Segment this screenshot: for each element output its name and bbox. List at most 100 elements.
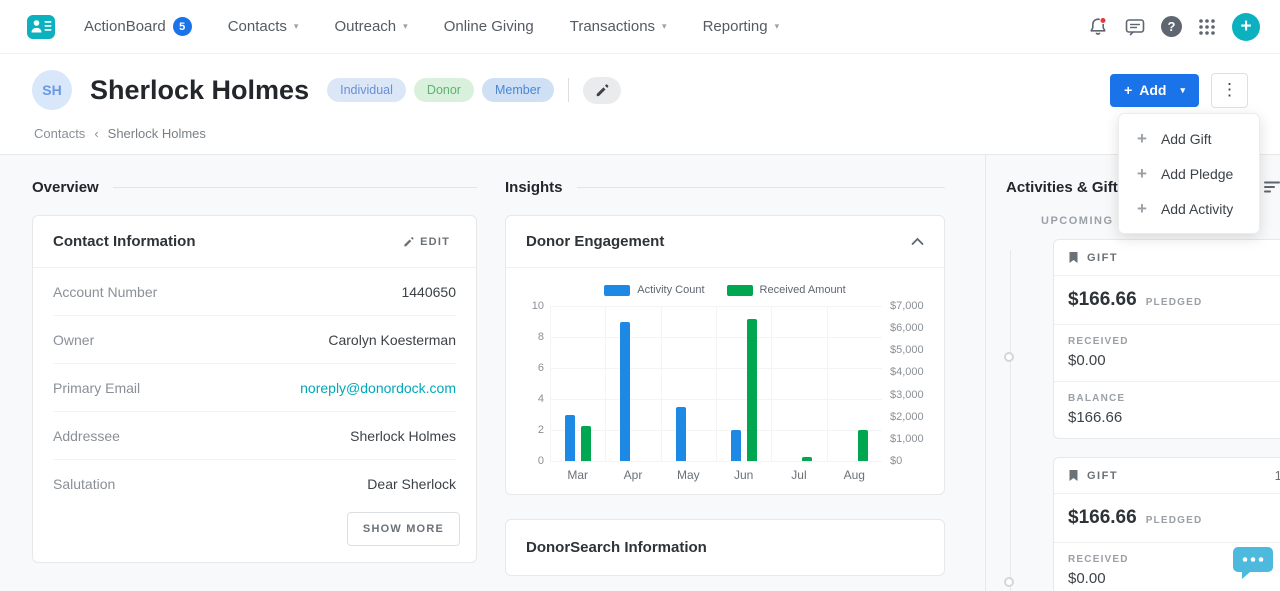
page-title: Sherlock Holmes xyxy=(90,75,309,106)
nav-outreach[interactable]: Outreach ▾ xyxy=(334,18,407,35)
edit-contact-button[interactable] xyxy=(583,77,621,104)
kebab-icon: ⋮ xyxy=(1221,80,1238,100)
field-value: Dear Sherlock xyxy=(367,476,456,492)
field-account-number: Account Number 1440650 xyxy=(53,268,456,316)
app-logo-icon[interactable] xyxy=(24,12,58,42)
menu-item-add-gift[interactable]: + Add Gift xyxy=(1119,121,1259,156)
x-axis-label: Jun xyxy=(716,468,771,482)
bar-activity-count xyxy=(731,430,741,461)
help-icon[interactable]: ? xyxy=(1161,16,1182,37)
gift-amount-row: $166.66 PLEDGED xyxy=(1054,494,1280,543)
chart-category-cell xyxy=(716,306,771,461)
axis-tick: $6,000 xyxy=(890,322,924,334)
menu-item-add-activity[interactable]: + Add Activity xyxy=(1119,191,1259,226)
contact-header: SH Sherlock Holmes Individual Donor Memb… xyxy=(0,54,1280,155)
contact-information-title: Contact Information xyxy=(53,233,196,250)
chart-xlabels: MarAprMayJunJulAug xyxy=(550,468,882,482)
axis-tick: $5,000 xyxy=(890,344,924,356)
legend-item: Received Amount xyxy=(727,284,846,296)
insights-column: Insights Donor Engagement Activity Count… xyxy=(505,155,945,591)
main-content: Overview Contact Information EDIT Accoun… xyxy=(0,155,1280,591)
chart-category-cell xyxy=(550,306,605,461)
add-dropdown-menu: + Add Gift + Add Pledge + Add Activity xyxy=(1118,113,1260,234)
legend-swatch xyxy=(604,285,630,296)
nav-actionboard-label: ActionBoard xyxy=(84,18,166,35)
add-button[interactable]: + Add ▾ xyxy=(1110,74,1199,107)
edit-label: EDIT xyxy=(420,236,450,248)
filter-icon[interactable] xyxy=(1264,180,1280,194)
nav-contacts[interactable]: Contacts ▾ xyxy=(228,18,299,35)
avatar-initials: SH xyxy=(42,82,61,98)
chevron-down-icon: ▾ xyxy=(403,21,408,32)
top-nav: ActionBoard 5 Contacts ▾ Outreach ▾ Onli… xyxy=(0,0,1280,54)
insights-section-title: Insights xyxy=(505,179,563,196)
breadcrumb-current: Sherlock Holmes xyxy=(108,126,206,141)
breadcrumb: Contacts ‹ Sherlock Holmes xyxy=(0,110,1280,154)
notifications-bell-icon[interactable] xyxy=(1087,16,1109,38)
bar-activity-count xyxy=(620,322,630,462)
show-more-button[interactable]: SHOW MORE xyxy=(347,512,460,546)
plus-glyph: + xyxy=(1240,16,1251,38)
email-link[interactable]: noreply@donordock.com xyxy=(300,380,456,396)
gift-amount-status: PLEDGED xyxy=(1146,297,1203,308)
gift-row-value: $0.00 xyxy=(1068,352,1280,369)
nav-transactions-label: Transactions xyxy=(570,18,655,35)
axis-tick: $1,000 xyxy=(890,433,924,445)
overview-section-title: Overview xyxy=(32,179,99,196)
nav-transactions[interactable]: Transactions ▾ xyxy=(570,18,667,35)
breadcrumb-separator: ‹ xyxy=(94,126,98,141)
gift-card[interactable]: GIFT 1/1/24 $166.66 PLEDGED RECEIVED $0.… xyxy=(1053,239,1280,439)
field-value: Carolyn Koesterman xyxy=(328,332,456,348)
actionboard-count-badge: 5 xyxy=(173,17,192,36)
field-label: Account Number xyxy=(53,284,157,300)
gift-amount: $166.66 xyxy=(1068,289,1137,311)
divider xyxy=(577,187,945,188)
menu-item-add-pledge[interactable]: + Add Pledge xyxy=(1119,156,1259,191)
axis-tick: 2 xyxy=(538,424,544,436)
field-label: Primary Email xyxy=(53,380,140,396)
axis-tick: 0 xyxy=(538,455,544,467)
axis-tick: 6 xyxy=(538,362,544,374)
gift-type-label: GIFT xyxy=(1087,252,1118,264)
bookmark-icon xyxy=(1068,469,1079,482)
chevron-down-icon: ▾ xyxy=(294,21,299,32)
bar-activity-count xyxy=(565,415,575,462)
pencil-icon xyxy=(595,83,609,97)
chart-category-cell xyxy=(771,306,826,461)
edit-contact-info-button[interactable]: EDIT xyxy=(397,235,456,249)
donor-engagement-card: Donor Engagement Activity CountReceived … xyxy=(505,215,945,495)
chevron-down-icon: ▾ xyxy=(1180,85,1185,96)
timeline-dot xyxy=(1004,577,1014,587)
menu-item-label: Add Pledge xyxy=(1161,166,1233,182)
contact-information-card: Contact Information EDIT Account Number … xyxy=(32,215,477,563)
apps-grid-icon[interactable] xyxy=(1197,17,1217,37)
quick-add-icon[interactable]: + xyxy=(1232,13,1260,41)
gridline xyxy=(550,461,882,462)
chevron-down-icon: ▾ xyxy=(775,21,780,32)
chat-widget-icon[interactable] xyxy=(1232,544,1274,587)
field-primary-email: Primary Email noreply@donordock.com xyxy=(53,364,456,412)
chart-legend: Activity CountReceived Amount xyxy=(522,284,928,296)
plus-glyph: + xyxy=(1124,82,1132,98)
nav-reporting-label: Reporting xyxy=(703,18,768,35)
chart-plot xyxy=(550,306,882,461)
nav-reporting[interactable]: Reporting ▾ xyxy=(703,18,780,35)
field-addressee: Addressee Sherlock Holmes xyxy=(53,412,456,460)
axis-tick: 4 xyxy=(538,393,544,405)
messages-icon[interactable] xyxy=(1124,16,1146,38)
more-options-button[interactable]: ⋮ xyxy=(1211,73,1248,108)
pencil-icon xyxy=(403,236,414,247)
nav-actionboard[interactable]: ActionBoard 5 xyxy=(84,17,192,36)
divider xyxy=(568,78,569,102)
gift-date: 12/1/23 xyxy=(1275,468,1280,483)
gift-amount-status: PLEDGED xyxy=(1146,515,1203,526)
nav-online-giving[interactable]: Online Giving xyxy=(444,18,534,35)
collapse-chevron-up-icon[interactable] xyxy=(911,237,924,246)
axis-tick: 10 xyxy=(532,300,544,312)
bar-received-amount xyxy=(747,319,757,461)
menu-item-label: Add Activity xyxy=(1161,201,1233,217)
donor-engagement-title: Donor Engagement xyxy=(526,233,664,250)
field-label: Salutation xyxy=(53,476,115,492)
nav-outreach-label: Outreach xyxy=(334,18,396,35)
breadcrumb-contacts[interactable]: Contacts xyxy=(34,126,85,141)
